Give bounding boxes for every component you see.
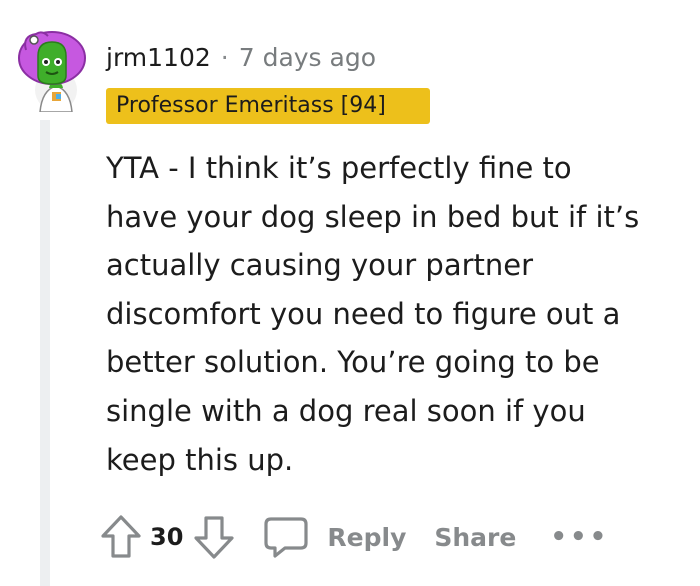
upvote-button[interactable] bbox=[100, 514, 142, 560]
speech-bubble-icon bbox=[264, 517, 309, 558]
vote-count: 30 bbox=[150, 523, 184, 551]
reply-button[interactable]: Reply bbox=[263, 515, 406, 559]
comment-meta: jrm1102 · 7 days ago bbox=[106, 40, 376, 74]
thread-line[interactable] bbox=[40, 120, 50, 586]
more-options-button[interactable]: ••• bbox=[550, 522, 609, 552]
reply-label: Reply bbox=[327, 522, 407, 552]
arrow-down-icon bbox=[194, 516, 235, 559]
comment-body: YTA - I think it’s perfectly fine to hav… bbox=[106, 151, 640, 477]
user-flair: Professor Emeritass [94] bbox=[106, 88, 430, 124]
comment-actions: 30 Reply Share ••• bbox=[100, 510, 609, 564]
downvote-button[interactable] bbox=[193, 514, 235, 560]
meta-separator: · bbox=[220, 42, 229, 72]
timestamp[interactable]: 7 days ago bbox=[239, 43, 376, 72]
arrow-up-icon bbox=[101, 515, 141, 558]
avatar-icon bbox=[18, 31, 86, 113]
share-button[interactable]: Share bbox=[434, 523, 516, 552]
username[interactable]: jrm1102 bbox=[106, 43, 211, 72]
avatar[interactable] bbox=[12, 28, 92, 113]
